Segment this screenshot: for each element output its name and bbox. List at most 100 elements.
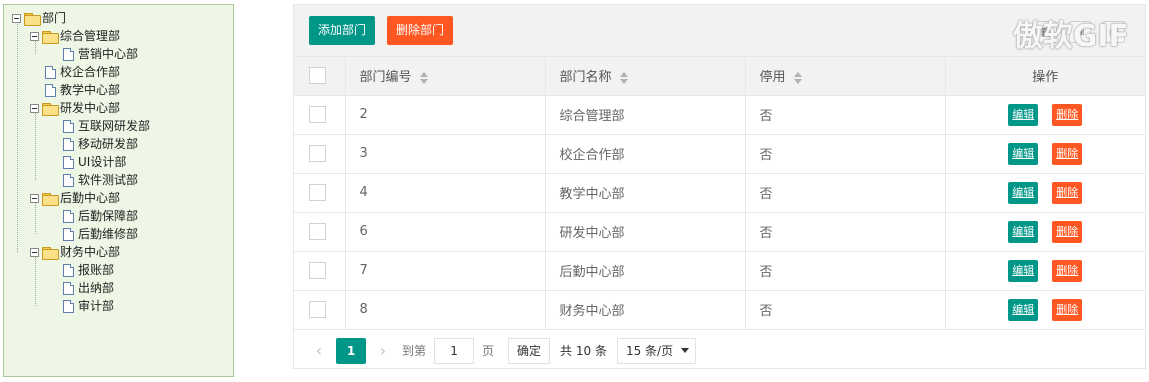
cell-ops: 编辑 删除 [945, 251, 1145, 291]
edit-button[interactable]: 编辑 [1008, 220, 1039, 243]
collapse-toggle-icon[interactable] [30, 193, 39, 203]
department-table-panel: 添加部门 删除部门 ▦ ⇲ ⎙ 傲软GIF 部门编号 部门名称 停用 操作 2 [293, 4, 1146, 369]
table-row: 4 教学中心部 否 编辑 删除 [294, 173, 1145, 213]
tree-node-dept[interactable]: 移动研发部 [63, 135, 138, 153]
document-icon [63, 209, 74, 223]
tree-node-label: 校企合作部 [60, 65, 121, 79]
edit-button[interactable]: 编辑 [1008, 142, 1039, 165]
edit-button[interactable]: 编辑 [1008, 181, 1039, 204]
tree-node-dept[interactable]: 营销中心部 [63, 45, 138, 63]
cell-name: 财务中心部 [545, 290, 746, 330]
tree-node-dept[interactable]: 校企合作部 [45, 63, 120, 81]
edit-button[interactable]: 编辑 [1008, 259, 1039, 282]
tree-node-dept[interactable]: 财务中心部 [30, 243, 120, 261]
cell-disabled: 否 [745, 251, 946, 291]
collapse-toggle-icon[interactable] [30, 103, 39, 113]
column-header-id[interactable]: 部门编号 [345, 57, 546, 96]
table-toolbar: 添加部门 删除部门 ▦ ⇲ ⎙ 傲软GIF [294, 5, 1145, 57]
row-select-cell [294, 173, 346, 213]
cell-disabled: 否 [745, 134, 946, 174]
tree-node-label: 教学中心部 [60, 83, 121, 97]
table-row: 3 校企合作部 否 编辑 删除 [294, 134, 1145, 174]
row-checkbox[interactable] [309, 262, 326, 279]
sort-icon[interactable] [619, 71, 629, 84]
goto-confirm-button[interactable]: 确定 [508, 337, 551, 364]
row-select-cell [294, 212, 346, 252]
table-row: 6 研发中心部 否 编辑 删除 [294, 212, 1145, 252]
collapse-toggle-icon[interactable] [30, 31, 39, 41]
delete-button[interactable]: 删除 [1052, 181, 1083, 204]
select-all-checkbox[interactable] [309, 67, 326, 85]
folder-icon [42, 102, 59, 116]
tree-node-root[interactable]: 部门 [12, 9, 66, 27]
edit-button[interactable]: 编辑 [1008, 103, 1039, 126]
delete-button[interactable]: 删除 [1052, 259, 1083, 282]
tree-node-dept[interactable]: 后勤保障部 [63, 207, 138, 225]
document-icon [63, 119, 74, 133]
tree-node-dept[interactable]: 报账部 [63, 261, 114, 279]
table-row: 7 后勤中心部 否 编辑 删除 [294, 251, 1145, 291]
tree-node-dept[interactable]: UI设计部 [63, 153, 126, 171]
column-header-disabled[interactable]: 停用 [745, 57, 946, 96]
cell-disabled: 否 [745, 173, 946, 213]
delete-button[interactable]: 删除 [1052, 220, 1083, 243]
tree-node-label: 后勤保障部 [78, 209, 139, 223]
delete-button[interactable]: 删除 [1052, 142, 1083, 165]
tree-node-dept[interactable]: 审计部 [63, 297, 114, 315]
page-button-current[interactable]: 1 [336, 337, 366, 364]
tree-node-dept[interactable]: 软件测试部 [63, 171, 138, 189]
tree-node-label: 研发中心部 [60, 101, 121, 115]
tree-node-label: 移动研发部 [78, 137, 139, 151]
table-row: 8 财务中心部 否 编辑 删除 [294, 290, 1145, 330]
document-icon [63, 299, 74, 313]
cell-ops: 编辑 删除 [945, 173, 1145, 213]
delete-department-button[interactable]: 删除部门 [387, 16, 454, 45]
tree-node-label: 部门 [42, 11, 67, 25]
tree-node-label: 报账部 [78, 263, 115, 277]
tree-node-dept[interactable]: 教学中心部 [45, 81, 120, 99]
add-department-button[interactable]: 添加部门 [309, 16, 376, 45]
row-checkbox[interactable] [309, 223, 326, 240]
chevron-down-icon [681, 348, 690, 353]
next-page-icon[interactable]: › [370, 341, 396, 360]
tree-node-dept[interactable]: 综合管理部 [30, 27, 120, 45]
row-checkbox[interactable] [309, 106, 326, 123]
row-select-cell [294, 251, 346, 291]
row-checkbox[interactable] [309, 145, 326, 162]
delete-button[interactable]: 删除 [1052, 103, 1083, 126]
folder-icon [24, 12, 41, 26]
tree-node-dept[interactable]: 后勤维修部 [63, 225, 138, 243]
document-icon [63, 281, 74, 295]
tree-node-dept[interactable]: 出纳部 [63, 279, 114, 297]
cell-disabled: 否 [745, 290, 946, 330]
cell-name: 综合管理部 [545, 95, 746, 135]
tree-node-dept[interactable]: 互联网研发部 [63, 117, 150, 135]
tree-node-label: 软件测试部 [78, 173, 139, 187]
select-all-cell [294, 57, 346, 96]
column-header-name[interactable]: 部门名称 [545, 57, 746, 96]
row-checkbox[interactable] [309, 301, 326, 318]
collapse-toggle-icon[interactable] [12, 13, 21, 23]
collapse-toggle-icon[interactable] [30, 247, 39, 257]
goto-page-input[interactable]: 1 [434, 337, 475, 364]
goto-prefix-label: 到第 [402, 344, 427, 358]
page-size-select[interactable]: 15 条/页 [616, 337, 697, 364]
watermark-logo: 傲软GIF [1012, 19, 1129, 54]
delete-button[interactable]: 删除 [1052, 298, 1083, 321]
tree-connector [35, 110, 36, 180]
column-header-label: 部门编号 [359, 70, 412, 86]
prev-page-icon[interactable]: ‹ [306, 341, 332, 360]
department-tree: 部门 综合管理部 营销中心部 校企合作部 教学中心部 研发中心部 互联网研发部 … [3, 4, 234, 377]
document-icon [63, 263, 74, 277]
sort-icon[interactable] [419, 71, 429, 84]
row-select-cell [294, 95, 346, 135]
column-header-ops: 操作 [945, 57, 1145, 96]
folder-icon [42, 246, 59, 260]
edit-button[interactable]: 编辑 [1008, 298, 1039, 321]
document-icon [63, 155, 74, 169]
tree-node-dept[interactable]: 研发中心部 [30, 99, 120, 117]
row-checkbox[interactable] [309, 184, 326, 201]
sort-icon[interactable] [793, 71, 803, 84]
cell-ops: 编辑 删除 [945, 134, 1145, 174]
tree-node-dept[interactable]: 后勤中心部 [30, 189, 120, 207]
